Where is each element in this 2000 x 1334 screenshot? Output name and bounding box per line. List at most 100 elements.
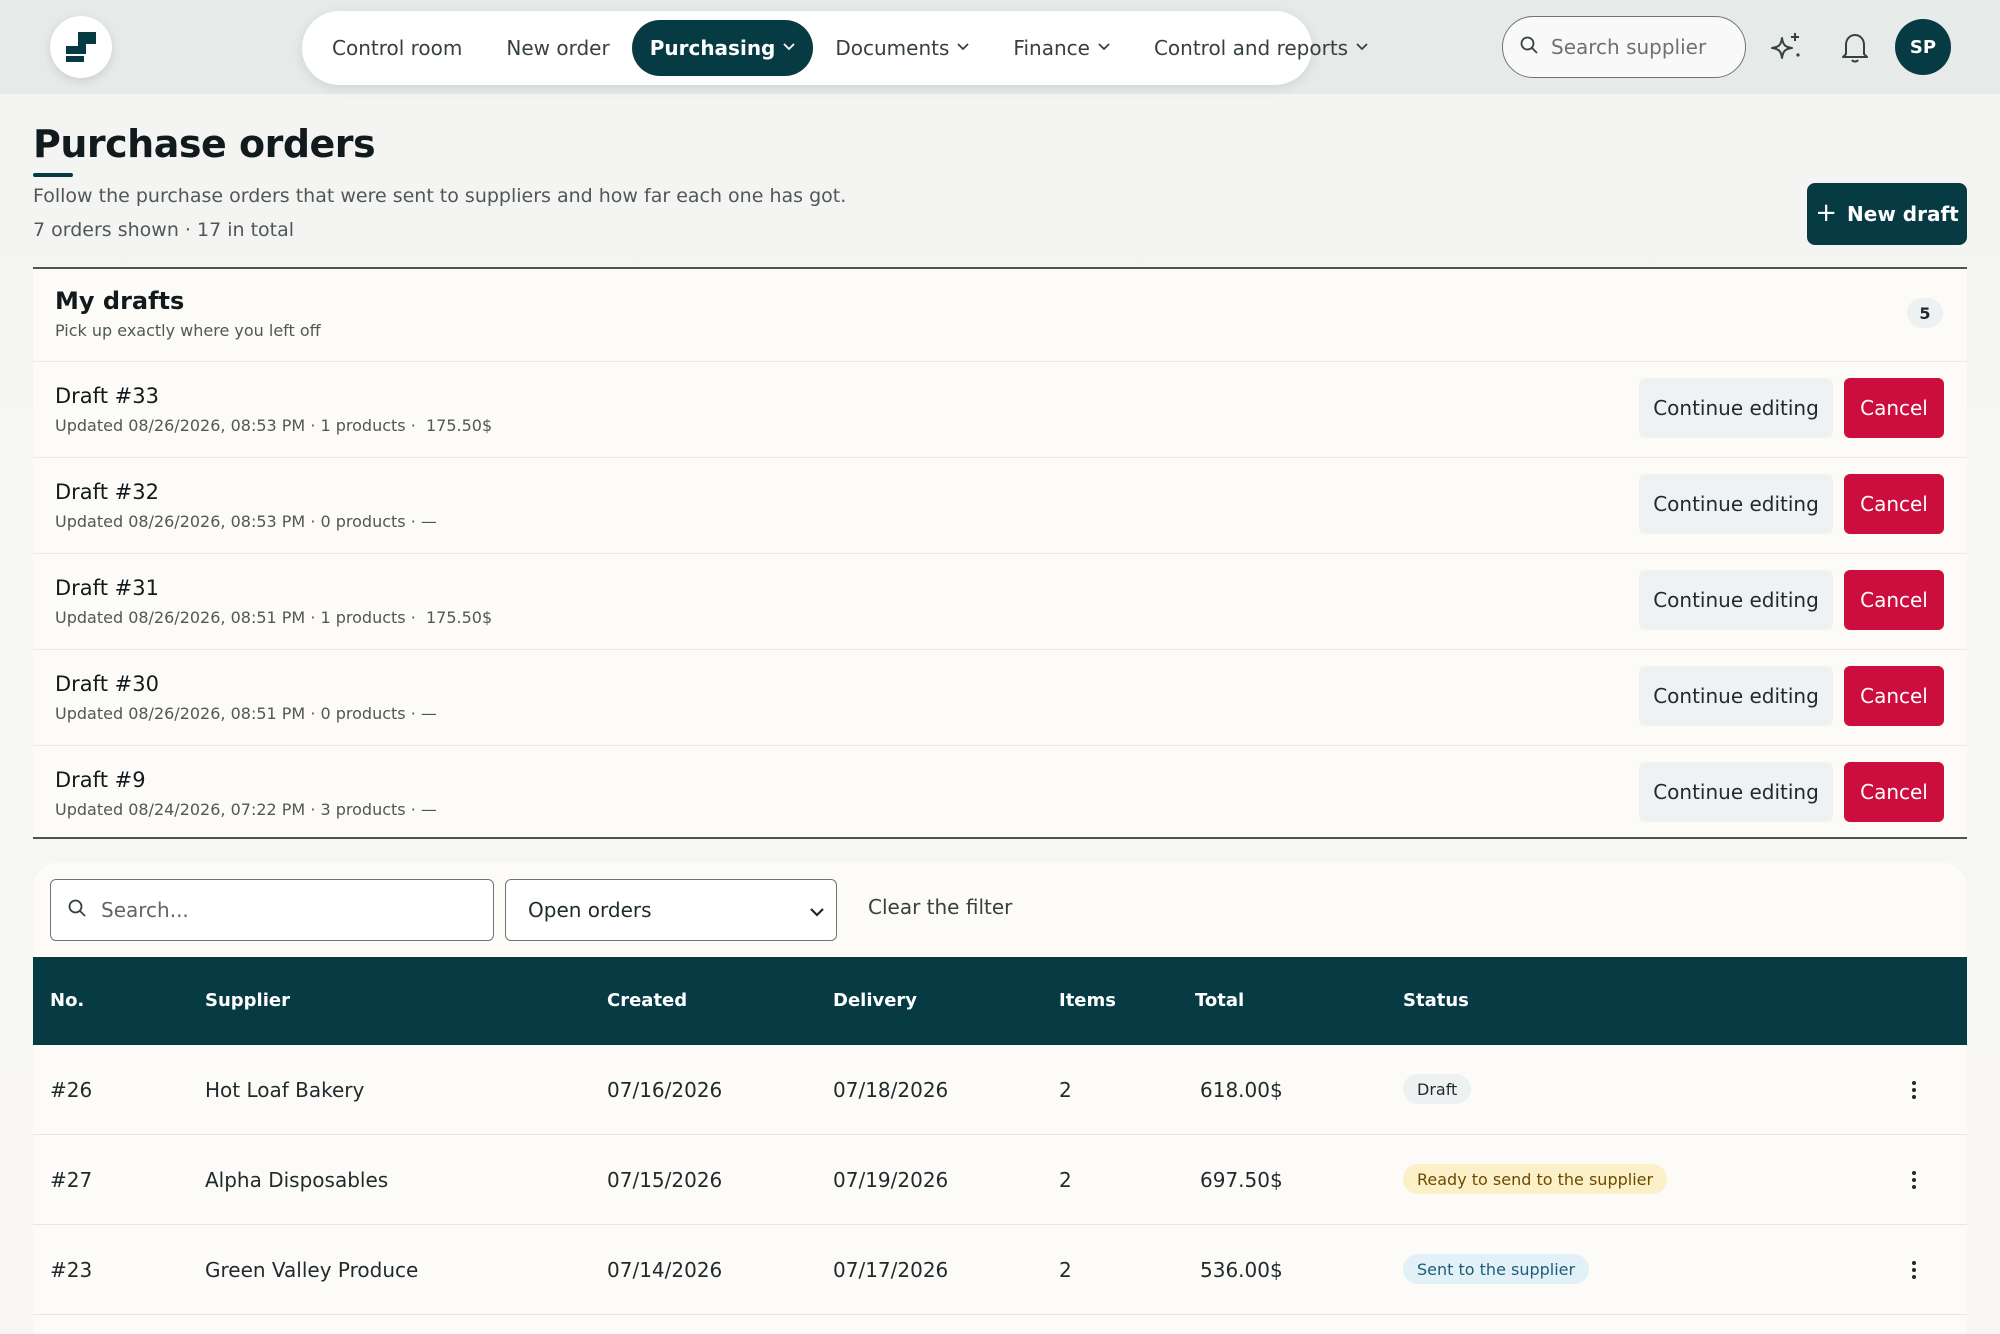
cell-items: 2 <box>1059 1258 1072 1282</box>
orders-search-input[interactable] <box>101 898 481 922</box>
draft-meta: Updated 08/26/2026, 08:51 PM · 0 product… <box>55 704 437 723</box>
title-underline <box>33 173 73 177</box>
cell-no: #23 <box>50 1258 93 1282</box>
status-badge: Sent to the supplier <box>1403 1254 1590 1284</box>
top-bar: Control room New order Purchasing Docume… <box>0 0 2000 94</box>
status-badge: Draft <box>1403 1074 1472 1104</box>
draft-row: Draft #31 Updated 08/26/2026, 08:51 PM · … <box>33 554 1967 650</box>
cancel-draft-button[interactable]: Cancel <box>1844 474 1944 534</box>
avatar[interactable]: SP <box>1895 19 1951 75</box>
continue-editing-button[interactable]: Continue editing <box>1639 474 1833 534</box>
page-subtitle: Follow the purchase orders that were sen… <box>33 185 847 207</box>
draft-name: Draft #32 <box>55 480 159 504</box>
draft-name: Draft #33 <box>55 384 159 408</box>
column-header-delivery[interactable]: Delivery <box>833 990 917 1011</box>
logo-icon[interactable] <box>50 16 112 78</box>
nav-item-new-order[interactable]: New order <box>484 20 631 76</box>
table-row[interactable]: #27 Alpha Disposables 07/15/2026 07/19/2026… <box>33 1135 1967 1225</box>
table-header: No. Supplier Created Delivery Items Tota… <box>33 957 1967 1045</box>
draft-meta: Updated 08/26/2026, 08:53 PM · 0 product… <box>55 512 437 531</box>
draft-row: Draft #30 Updated 08/26/2026, 08:51 PM · … <box>33 650 1967 746</box>
continue-editing-button[interactable]: Continue editing <box>1639 666 1833 726</box>
cancel-draft-button[interactable]: Cancel <box>1844 666 1944 726</box>
draft-name: Draft #9 <box>55 768 146 792</box>
cancel-draft-button[interactable]: Cancel <box>1844 762 1944 822</box>
orders-search[interactable] <box>50 879 494 941</box>
cell-no: #26 <box>50 1078 93 1102</box>
status-badge: Ready to send to the supplier <box>1403 1164 1668 1194</box>
status-filter-value: Open orders <box>528 898 652 922</box>
supplier-search[interactable] <box>1502 16 1746 78</box>
continue-editing-button[interactable]: Continue editing <box>1639 378 1833 438</box>
bell-icon[interactable] <box>1835 27 1875 67</box>
cell-total: 536.00$ <box>1200 1258 1283 1282</box>
status-filter-select[interactable]: Open orders <box>505 879 837 941</box>
kebab-icon[interactable] <box>1901 1075 1927 1105</box>
nav-item-label: Control room <box>332 36 463 60</box>
column-header-status[interactable]: Status <box>1403 990 1469 1011</box>
column-header-total[interactable]: Total <box>1195 990 1244 1011</box>
chevron-down-icon <box>957 40 970 54</box>
cell-total: 697.50$ <box>1200 1168 1283 1192</box>
chevron-down-icon <box>1356 40 1368 54</box>
table-row[interactable]: #23 Green Valley Produce 07/14/2026 07/17/2… <box>33 1225 1967 1315</box>
drafts-header: My drafts Pick up exactly where you left… <box>33 269 1967 362</box>
drafts-subtitle: Pick up exactly where you left off <box>55 321 321 340</box>
chevron-down-icon <box>1098 40 1110 54</box>
nav-item-control-room[interactable]: Control room <box>310 20 484 76</box>
sparkle-icon[interactable] <box>1766 27 1806 67</box>
drafts-title: My drafts <box>55 287 185 315</box>
nav-item-label: Control and reports <box>1153 36 1349 60</box>
draft-meta: Updated 08/26/2026, 08:53 PM · 1 product… <box>55 416 493 435</box>
draft-meta: Updated 08/24/2026, 07:22 PM · 3 product… <box>55 800 437 819</box>
orders-panel: Open orders Clear the filter No. Supplie… <box>33 862 1967 1334</box>
column-header-supplier[interactable]: Supplier <box>205 990 290 1011</box>
cell-total: 618.00$ <box>1200 1078 1283 1102</box>
new-draft-button[interactable]: + New draft <box>1807 183 1967 245</box>
nav-item-label: Finance <box>1013 36 1090 60</box>
nav-item-label: New order <box>506 36 610 60</box>
drafts-count-badge: 5 <box>1907 298 1943 328</box>
plus-icon: + <box>1815 197 1838 228</box>
main-nav: Control room New order Purchasing Docume… <box>302 11 1368 85</box>
column-header-created[interactable]: Created <box>607 990 687 1011</box>
draft-row: Draft #9 Updated 08/24/2026, 07:22 PM · 3… <box>33 746 1967 842</box>
cell-delivery: 07/17/2026 <box>833 1258 949 1282</box>
nav-item-purchasing[interactable]: Purchasing <box>631 20 814 76</box>
nav-item-label: Documents <box>835 36 950 60</box>
continue-editing-button[interactable]: Continue editing <box>1639 570 1833 630</box>
draft-row: Draft #32 Updated 08/26/2026, 08:53 PM · … <box>33 458 1967 554</box>
column-header-no[interactable]: No. <box>50 990 84 1011</box>
cell-no: #27 <box>50 1168 93 1192</box>
cell-created: 07/15/2026 <box>607 1168 723 1192</box>
clear-filter-link[interactable]: Clear the filter <box>868 895 1012 919</box>
table-row[interactable]: #26 Hot Loaf Bakery 07/16/2026 07/18/2026 2 6… <box>33 1045 1967 1135</box>
cell-delivery: 07/19/2026 <box>833 1168 949 1192</box>
cancel-draft-button[interactable]: Cancel <box>1844 570 1944 630</box>
cancel-draft-button[interactable]: Cancel <box>1844 378 1944 438</box>
new-draft-label: New draft <box>1847 202 1959 226</box>
search-icon <box>67 898 87 922</box>
draft-meta: Updated 08/26/2026, 08:51 PM · 1 product… <box>55 608 493 627</box>
kebab-icon[interactable] <box>1901 1165 1927 1195</box>
cell-supplier: Green Valley Produce <box>205 1258 419 1282</box>
cell-items: 2 <box>1059 1168 1072 1192</box>
drafts-panel: My drafts Pick up exactly where you left… <box>33 267 1967 839</box>
cell-items: 2 <box>1059 1078 1072 1102</box>
chevron-down-icon <box>810 898 824 922</box>
draft-name: Draft #30 <box>55 672 159 696</box>
search-icon <box>1519 35 1539 59</box>
nav-item-label: Purchasing <box>649 36 776 60</box>
supplier-search-input[interactable] <box>1551 35 1731 59</box>
draft-row: Draft #33 Updated 08/26/2026, 08:53 PM · … <box>33 362 1967 458</box>
kebab-icon[interactable] <box>1901 1255 1927 1285</box>
column-header-items[interactable]: Items <box>1059 990 1116 1011</box>
nav-item-finance[interactable]: Finance <box>991 20 1132 76</box>
nav-item-documents[interactable]: Documents <box>813 20 991 76</box>
nav-item-control-and-reports[interactable]: Control and reports <box>1132 20 1390 76</box>
order-counts: 7 orders shown · 17 in total <box>33 219 295 241</box>
cell-supplier: Alpha Disposables <box>205 1168 389 1192</box>
page-title: Purchase orders <box>33 122 376 166</box>
continue-editing-button[interactable]: Continue editing <box>1639 762 1833 822</box>
cell-supplier: Hot Loaf Bakery <box>205 1078 365 1102</box>
